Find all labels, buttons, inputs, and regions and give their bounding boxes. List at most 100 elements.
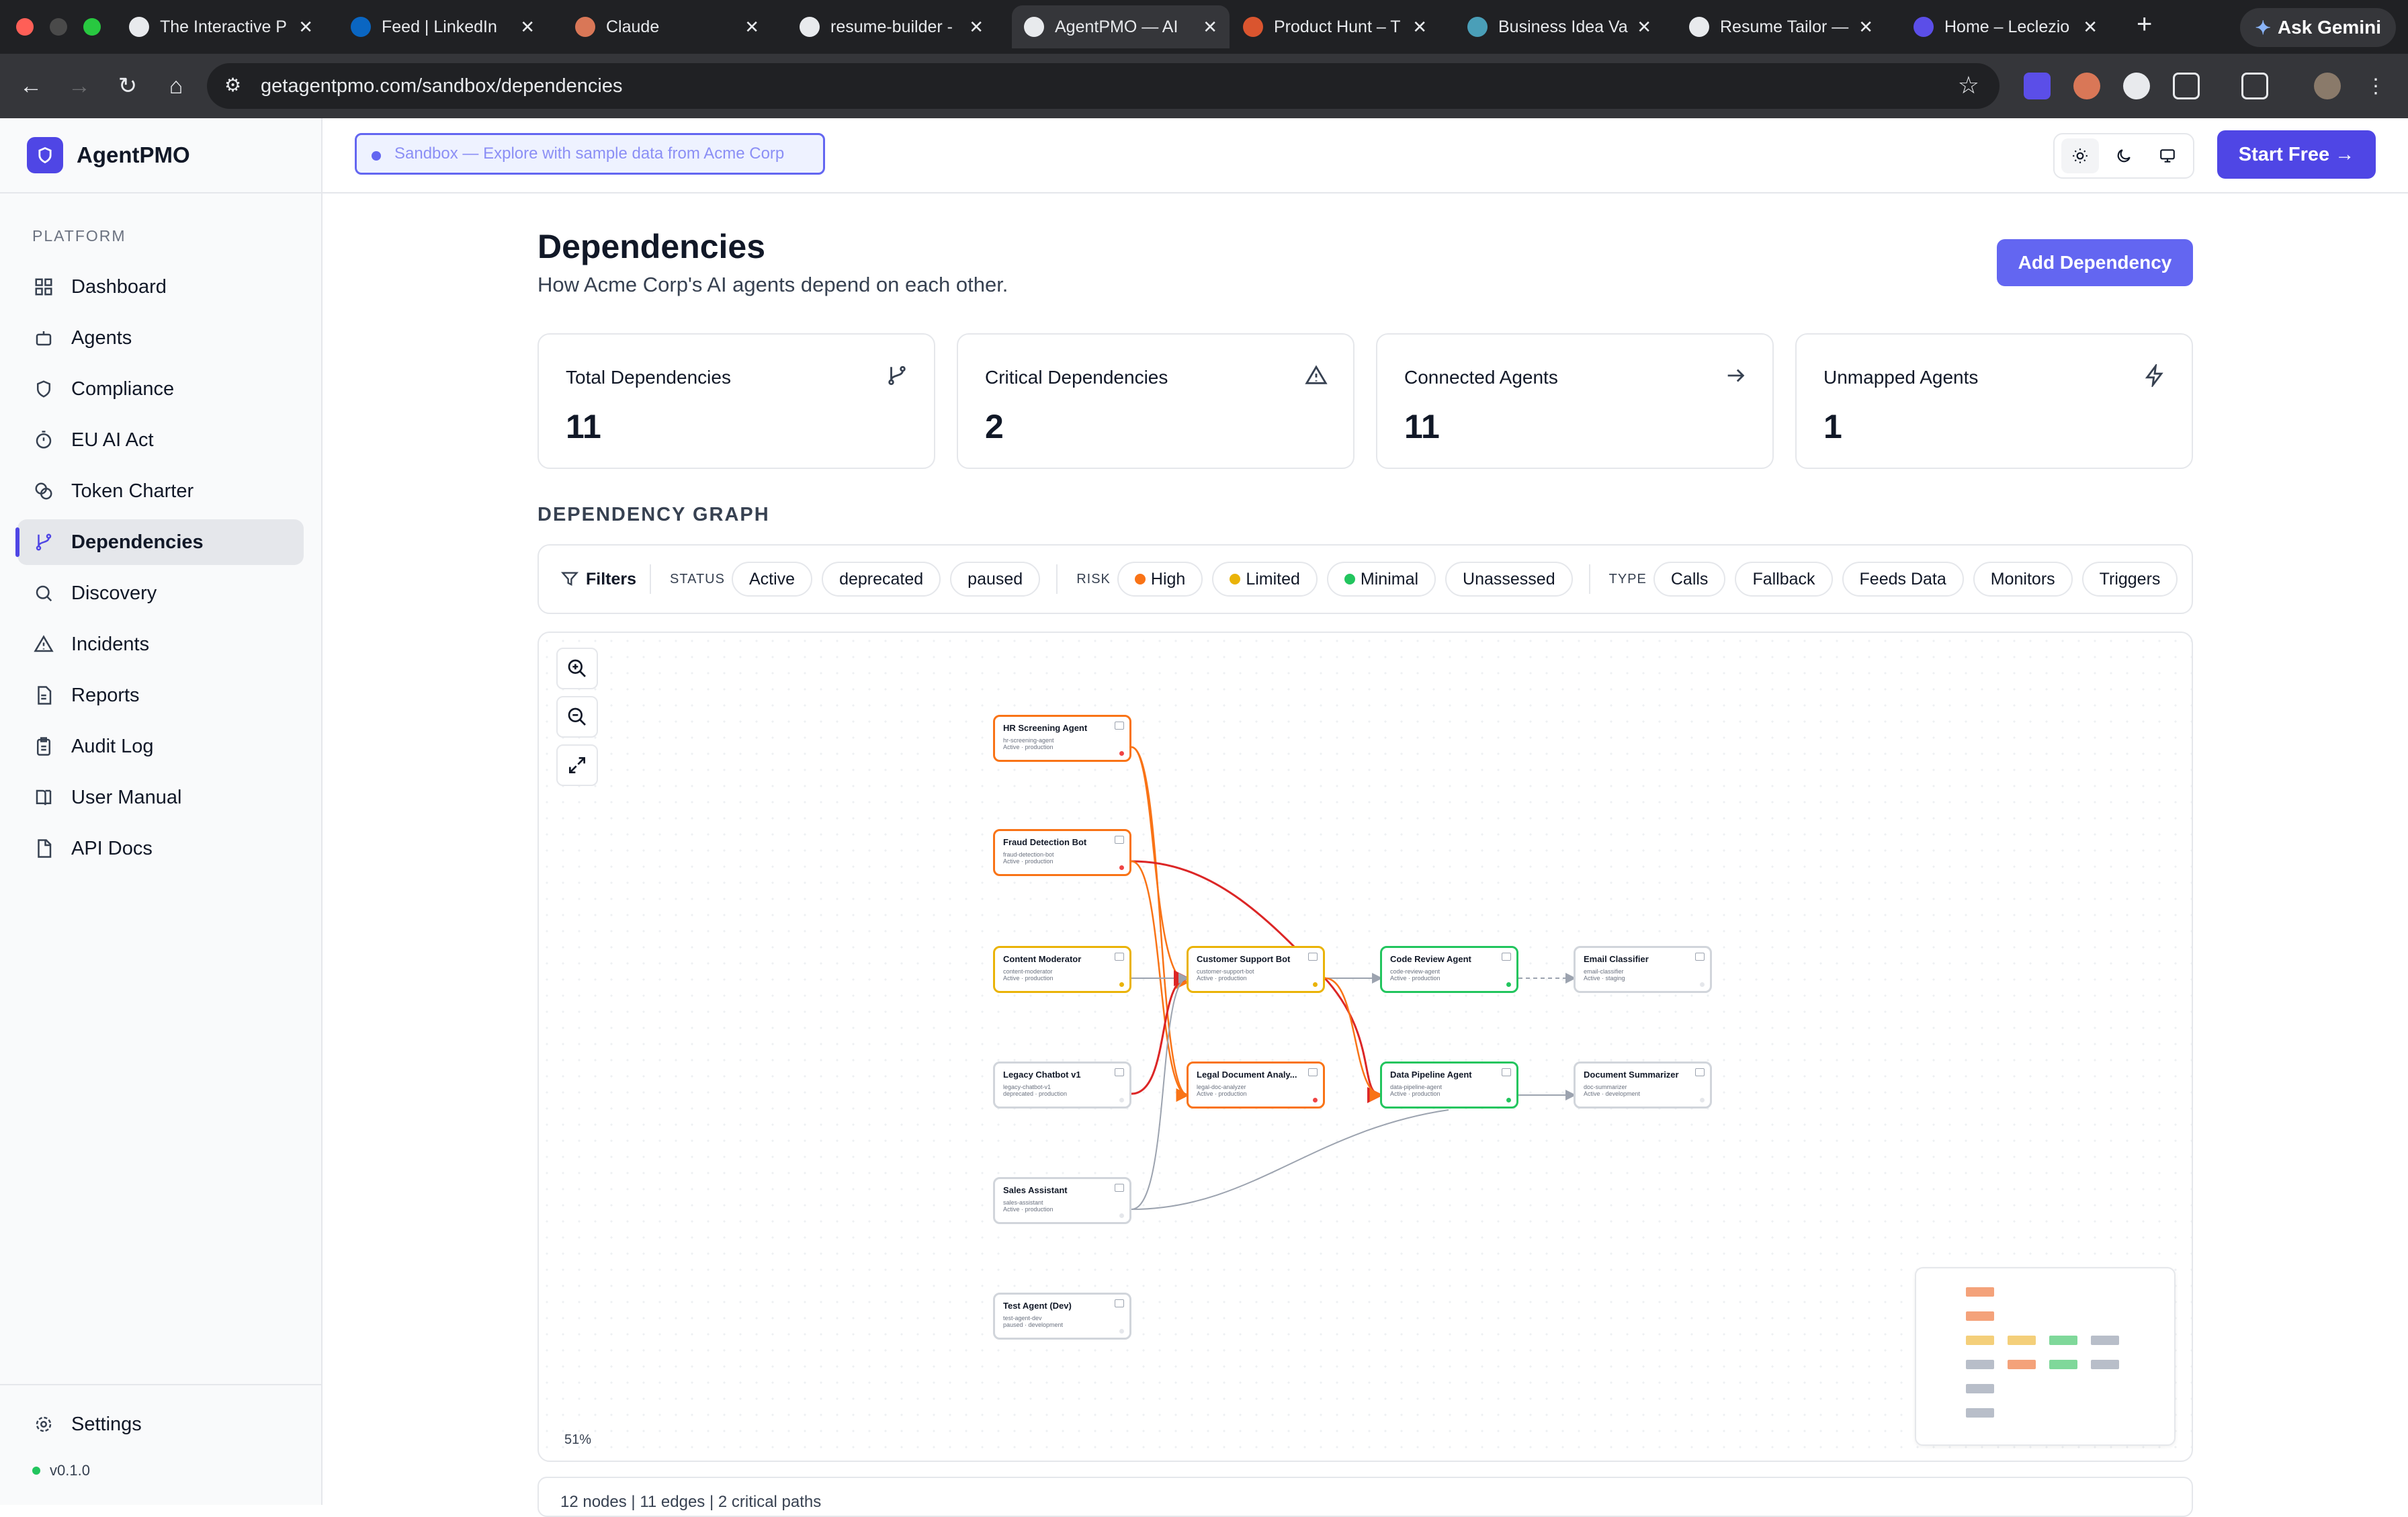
graph-node[interactable]: Document Summarizer doc-summarizer Active … (1574, 1061, 1712, 1109)
risk-dot (1506, 1098, 1511, 1102)
graph-node[interactable]: Legacy Chatbot v1 legacy-chatbot-v1 deprec… (993, 1061, 1131, 1109)
browser-tab[interactable]: Resume Tailor — ✕ (1677, 5, 1885, 48)
filter-risk-unassessed[interactable]: Unassessed (1445, 562, 1573, 597)
brand[interactable]: AgentPMO (0, 118, 321, 193)
start-free-button[interactable]: Start Free → (2217, 130, 2376, 179)
browser-tab[interactable]: Feed | LinkedIn ✕ (339, 5, 547, 48)
maximize-window-button[interactable] (83, 18, 101, 36)
filter-type-fallback[interactable]: Fallback (1735, 562, 1833, 597)
extension-icon-2[interactable] (2073, 73, 2100, 99)
tab-close-icon[interactable]: ✕ (1858, 17, 1873, 38)
sidebar-item-api-docs[interactable]: API Docs (17, 826, 304, 871)
filter-type-monitors[interactable]: Monitors (1973, 562, 2073, 597)
sidebar-item-user-manual[interactable]: User Manual (17, 775, 304, 820)
extension-icon-3[interactable] (2123, 73, 2150, 99)
graph-node[interactable]: Fraud Detection Bot fraud-detection-bot Ac… (993, 829, 1131, 876)
home-icon[interactable]: ⌂ (160, 70, 192, 102)
extensions-puzzle-icon[interactable] (2173, 73, 2200, 99)
arrow-right-icon (1724, 364, 1747, 387)
extension-icon-1[interactable] (2024, 73, 2051, 99)
browser-tab[interactable]: Business Idea Va ✕ (1455, 5, 1664, 48)
graph-node[interactable]: Legal Document Analy... legal-doc-analyze… (1187, 1061, 1325, 1109)
filter-status-paused[interactable]: paused (950, 562, 1041, 597)
sidebar-item-compliance[interactable]: Compliance (17, 366, 304, 412)
node-type-icon (1115, 953, 1124, 961)
sidebar: AgentPMO PLATFORM Dashboard Agents Complia… (0, 118, 322, 1505)
graph-minimap[interactable] (1915, 1267, 2176, 1446)
add-dependency-button[interactable]: Add Dependency (1997, 239, 2193, 286)
back-button[interactable]: ← (15, 70, 47, 102)
browser-tab[interactable]: AgentPMO — AI ✕ (1012, 5, 1230, 48)
filter-status-deprecated[interactable]: deprecated (822, 562, 941, 597)
tab-close-icon[interactable]: ✕ (520, 17, 535, 38)
sidebar-item-token-charter[interactable]: Token Charter (17, 468, 304, 514)
cast-icon[interactable] (2241, 73, 2268, 99)
menu-icon[interactable]: ⋮ (2360, 70, 2392, 102)
stat-card-critical: Critical Dependencies 2 (957, 333, 1354, 469)
browser-tab[interactable]: The Interactive P ✕ (117, 5, 325, 48)
graph-node[interactable]: Email Classifier email-classifier Active ·… (1574, 946, 1712, 993)
browser-tab[interactable]: Claude ✕ (563, 5, 771, 48)
sidebar-item-dashboard[interactable]: Dashboard (17, 264, 304, 310)
sidebar-item-reports[interactable]: Reports (17, 673, 304, 718)
dependency-graph-canvas[interactable]: HR Screening Agent hr-screening-agent Acti… (538, 632, 2193, 1462)
tab-close-icon[interactable]: ✕ (1637, 17, 1651, 38)
divider (1588, 564, 1590, 594)
browser-tab[interactable]: resume-builder - ✕ (787, 5, 996, 48)
moon-icon[interactable] (2105, 138, 2143, 173)
sun-icon[interactable] (2061, 138, 2100, 173)
graph-node[interactable]: Sales Assistant sales-assistant Active · p… (993, 1177, 1131, 1224)
clipboard-icon (34, 736, 54, 756)
filter-risk-minimal[interactable]: Minimal (1326, 562, 1436, 597)
nav-section-heading: PLATFORM (32, 227, 126, 245)
monitor-icon[interactable] (2149, 138, 2186, 173)
filters-toggle[interactable]: Filters (560, 570, 636, 589)
sidebar-item-eu-ai-act[interactable]: EU AI Act (17, 417, 304, 463)
sidebar-item-settings[interactable]: Settings (17, 1401, 305, 1447)
graph-node[interactable]: Customer Support Bot customer-support-bot… (1187, 946, 1325, 993)
address-bar[interactable]: ⚙ getagentpmo.com/sandbox/dependencies ☆ (207, 63, 2000, 109)
site-info-icon[interactable]: ⚙ (224, 74, 241, 96)
zap-icon (2143, 362, 2166, 389)
bookmark-star-icon[interactable]: ☆ (1958, 71, 1979, 99)
graph-status-bar: 12 nodes | 11 edges | 2 critical paths (538, 1477, 2193, 1517)
graph-node[interactable]: Code Review Agent code-review-agent Active… (1380, 946, 1518, 993)
tab-close-icon[interactable]: ✕ (298, 17, 313, 38)
graph-node[interactable]: Test Agent (Dev) test-agent-dev paused · d… (993, 1293, 1131, 1340)
sidebar-item-agents[interactable]: Agents (17, 315, 304, 361)
filter-risk-limited[interactable]: Limited (1212, 562, 1318, 597)
filter-type-triggers[interactable]: Triggers (2081, 562, 2178, 597)
sidebar-item-dependencies[interactable]: Dependencies (15, 519, 304, 565)
stat-card-unmapped: Unmapped Agents 1 (1795, 333, 2193, 469)
sidebar-item-incidents[interactable]: Incidents (17, 621, 304, 667)
filter-risk-high[interactable]: High (1117, 562, 1203, 597)
sidebar-item-discovery[interactable]: Discovery (17, 570, 304, 616)
minimap-node (1966, 1287, 1994, 1297)
risk-dot (1313, 982, 1318, 987)
reload-button[interactable]: ↻ (112, 70, 144, 102)
profile-avatar[interactable] (2314, 73, 2341, 99)
zoom-level: 51% (564, 1432, 592, 1447)
browser-tab[interactable]: Home – Leclezio ✕ (1901, 5, 2110, 48)
graph-node[interactable]: HR Screening Agent hr-screening-agent Acti… (993, 715, 1131, 762)
ask-gemini-button[interactable]: ✦ Ask Gemini (2240, 8, 2396, 47)
theme-switcher (2053, 133, 2194, 179)
graph-node[interactable]: Data Pipeline Agent data-pipeline-agent Ac… (1380, 1061, 1518, 1109)
tab-close-icon[interactable]: ✕ (744, 17, 759, 38)
browser-tab[interactable]: Product Hunt – T ✕ (1231, 5, 1439, 48)
filter-status-active[interactable]: Active (731, 562, 813, 597)
tab-close-icon[interactable]: ✕ (2083, 17, 2098, 38)
tab-close-icon[interactable]: ✕ (1412, 17, 1427, 38)
graph-node[interactable]: Content Moderator content-moderator Active… (993, 946, 1131, 993)
close-window-button[interactable] (16, 18, 34, 36)
new-tab-button[interactable]: + (2137, 9, 2152, 40)
file-icon (34, 685, 54, 705)
tab-close-icon[interactable]: ✕ (1203, 17, 1217, 38)
minimize-window-button[interactable] (50, 18, 67, 36)
filter-type-calls[interactable]: Calls (1653, 562, 1726, 597)
tab-close-icon[interactable]: ✕ (969, 17, 984, 38)
forward-button[interactable]: → (63, 70, 95, 102)
filter-type-feeds-data[interactable]: Feeds Data (1842, 562, 1964, 597)
sidebar-item-audit-log[interactable]: Audit Log (17, 724, 304, 769)
risk-dot (1313, 1098, 1318, 1102)
